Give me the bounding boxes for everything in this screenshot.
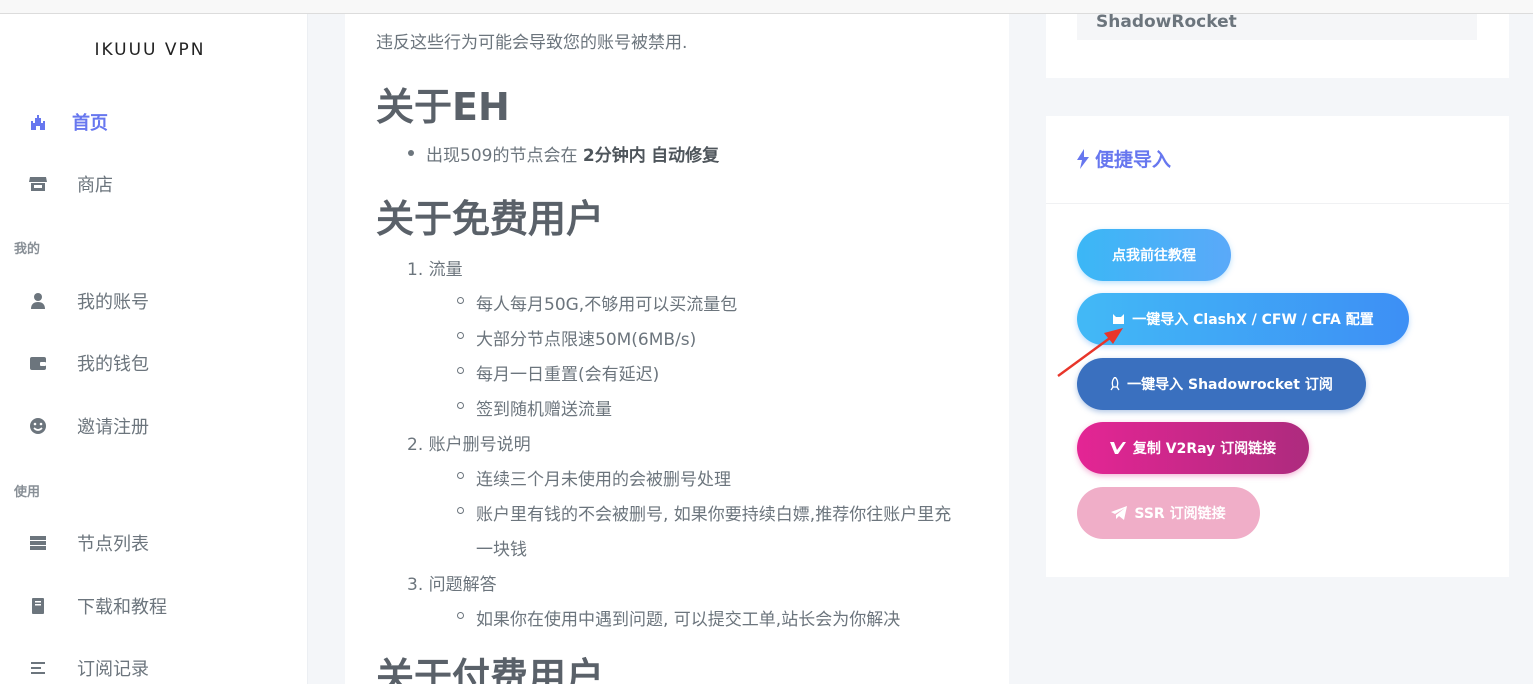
sidebar-item-downloads[interactable]: 下载和教程 xyxy=(0,586,308,626)
list-item: 连续三个月未使用的会被删号处理 xyxy=(476,470,731,490)
list-item: 3. 问题解答 xyxy=(407,575,497,595)
castle-icon xyxy=(26,110,50,134)
sidebar-item-label: 我的钱包 xyxy=(77,354,149,375)
sidebar-item-nodes[interactable]: 节点列表 xyxy=(0,523,308,563)
list-bullet xyxy=(457,507,464,514)
sidebar-item-label: 下载和教程 xyxy=(77,597,167,618)
sidebar-item-subscriptions[interactable]: 订阅记录 xyxy=(0,648,308,684)
card-title: 便捷导入 xyxy=(1077,145,1171,172)
client-item-shadowrocket[interactable]: ShadowRocket xyxy=(1077,12,1477,40)
list-item: 签到随机赠送流量 xyxy=(476,400,612,420)
sidebar-item-home[interactable]: 首页 xyxy=(0,102,308,142)
browser-top-strip xyxy=(0,0,1533,14)
heading-eh: 关于EH xyxy=(376,85,510,129)
eh-list-item: 出现509的节点会在 2分钟内 自动修复 xyxy=(426,146,720,166)
ssr-subscription-button[interactable]: SSR 订阅链接 xyxy=(1077,487,1260,539)
heading-free-users: 关于免费用户 xyxy=(376,197,605,241)
sidebar-item-label: 商店 xyxy=(77,175,113,196)
cat-icon xyxy=(1113,314,1125,324)
user-icon xyxy=(26,289,50,313)
section-heading-mine: 我的 xyxy=(14,242,41,257)
warning-text: 违反这些行为可能会导致您的账号被禁用. xyxy=(376,33,688,53)
announcement-card: 违反这些行为可能会导致您的账号被禁用. 关于EH 出现509的节点会在 2分钟内… xyxy=(345,14,1009,684)
list-bullet xyxy=(457,612,464,619)
list-bullet xyxy=(457,297,464,304)
list-bullet xyxy=(457,472,464,479)
list-item: 每人每月50G,不够用可以买流量包 xyxy=(476,295,738,315)
list-item: 2. 账户删号说明 xyxy=(407,435,531,455)
sidebar-item-label: 订阅记录 xyxy=(77,659,149,680)
sidebar: IKUUU VPN 首页 商店 我的 我的账号 我的钱包 邀请注册 使用 节点列… xyxy=(0,14,308,684)
list-item: 每月一日重置(会有延迟) xyxy=(476,365,660,385)
sidebar-item-label: 节点列表 xyxy=(77,534,149,555)
list-icon xyxy=(26,656,50,680)
list-item-continuation: 一块钱 xyxy=(476,540,527,560)
list-bullet xyxy=(408,150,414,156)
annotation-arrow-icon xyxy=(1057,328,1123,377)
sidebar-item-account[interactable]: 我的账号 xyxy=(0,281,308,321)
list-item: 账户里有钱的不会被删号, 如果你要持续白嫖,推荐你往账户里充 xyxy=(476,505,952,525)
sidebar-item-label: 邀请注册 xyxy=(77,417,149,438)
wallet-icon xyxy=(26,351,50,375)
card-header: 便捷导入 xyxy=(1046,116,1509,204)
book-icon xyxy=(26,594,50,618)
list-bullet xyxy=(457,402,464,409)
client-list-card: ShadowRocket xyxy=(1046,12,1509,78)
list-item: 1. 流量 xyxy=(407,260,463,280)
list-item: 如果你在使用中遇到问题, 可以提交工单,站长会为你解决 xyxy=(476,610,901,630)
bolt-icon xyxy=(1077,148,1089,169)
brand-logo: IKUUU VPN xyxy=(94,40,206,60)
sidebar-item-label: 首页 xyxy=(72,113,108,134)
sidebar-item-store[interactable]: 商店 xyxy=(0,164,308,204)
v-icon xyxy=(1109,442,1126,454)
sidebar-item-wallet[interactable]: 我的钱包 xyxy=(0,343,308,383)
section-heading-use: 使用 xyxy=(14,485,41,500)
heading-paid-users: 关于付费用户 xyxy=(376,655,605,684)
sidebar-item-label: 我的账号 xyxy=(77,292,149,313)
store-icon xyxy=(26,172,50,196)
paper-plane-icon xyxy=(1111,506,1128,520)
copy-v2ray-button[interactable]: 复制 V2Ray 订阅链接 xyxy=(1077,422,1309,474)
client-item-label: ShadowRocket xyxy=(1096,12,1237,32)
server-icon xyxy=(26,531,50,555)
tutorial-button[interactable]: 点我前往教程 xyxy=(1077,229,1231,281)
list-bullet xyxy=(457,332,464,339)
list-bullet xyxy=(457,367,464,374)
sidebar-item-invite[interactable]: 邀请注册 xyxy=(0,406,308,446)
smile-icon xyxy=(26,414,50,438)
list-item: 大部分节点限速50M(6MB/s) xyxy=(476,330,697,350)
